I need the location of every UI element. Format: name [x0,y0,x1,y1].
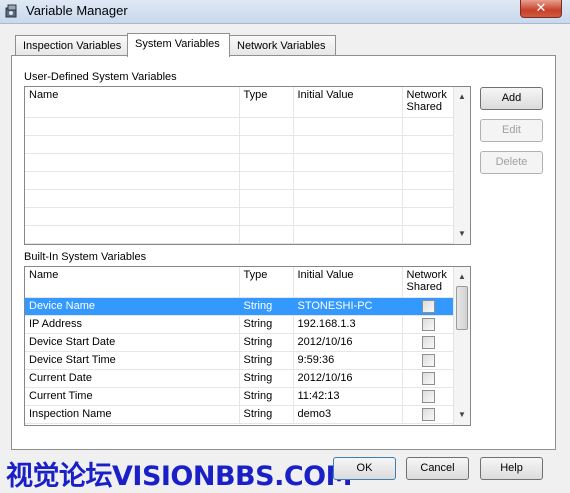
network-shared-checkbox[interactable] [422,317,435,331]
cell-network-shared [402,315,456,334]
edit-button[interactable]: Edit [480,119,543,142]
table-row[interactable]: Device Name String STONESHI-PC [25,297,456,316]
cell-type: String [239,315,294,334]
scroll-down-icon[interactable]: ▼ [454,226,470,242]
empty-row [25,225,456,244]
user-defined-scrollbar[interactable]: ▲ ▼ [453,87,470,244]
add-button[interactable]: Add [480,87,543,110]
empty-row [25,117,456,136]
window-title: Variable Manager [26,3,128,18]
cell-type: String [239,297,294,316]
title-bar: Variable Manager ✕ [0,0,570,24]
cell-name: IP Address [25,315,240,334]
cell-type: String [239,369,294,388]
column-header-name[interactable]: Name [25,267,240,298]
cell-name: Current Time [25,387,240,406]
table-header: Name Type Initial Value Network Shared [25,267,456,298]
cell-initial-value: demo3 [293,405,403,424]
cell-type: String [239,387,294,406]
empty-row [25,207,456,226]
ok-button[interactable]: OK [333,457,396,480]
network-shared-checkbox[interactable] [422,389,435,403]
cell-network-shared [402,297,456,316]
cell-network-shared [402,351,456,370]
cell-name: Device Start Time [25,351,240,370]
column-header-initial-value[interactable]: Initial Value [293,87,403,118]
column-header-type[interactable]: Type [239,267,294,298]
user-defined-table[interactable]: Name Type Initial Value Network Shared ▲… [24,86,471,245]
network-shared-checkbox[interactable] [422,371,435,385]
tab-inspection-variables[interactable]: Inspection Variables [15,35,128,57]
tab-system-variables[interactable]: System Variables [127,33,230,57]
watermark-text: 视觉论坛VISIONBBS.COM [6,461,352,492]
column-header-type[interactable]: Type [239,87,294,118]
cell-name: Inspection Name [25,405,240,424]
network-shared-checkbox[interactable] [422,335,435,349]
built-in-table[interactable]: Name Type Initial Value Network Shared D… [24,266,471,426]
table-row[interactable]: Device Start Date String 2012/10/16 [25,333,456,352]
help-button[interactable]: Help [480,457,543,480]
scroll-up-icon[interactable]: ▲ [454,89,470,105]
cell-type: String [239,351,294,370]
tab-network-variables[interactable]: Network Variables [229,35,336,57]
empty-row [25,189,456,208]
cell-initial-value: 9:59:36 [293,351,403,370]
scroll-down-icon[interactable]: ▼ [454,407,470,423]
cell-type: String [239,333,294,352]
built-in-scrollbar[interactable]: ▲ ▼ [453,267,470,425]
column-header-network-shared[interactable]: Network Shared [402,267,456,298]
cell-initial-value: 2012/10/16 [293,369,403,388]
column-header-initial-value[interactable]: Initial Value [293,267,403,298]
network-shared-checkbox[interactable] [422,299,435,313]
close-icon: ✕ [535,0,547,15]
table-header: Name Type Initial Value Network Shared [25,87,456,118]
cell-type: String [239,405,294,424]
table-row[interactable]: Current Date String 2012/10/16 [25,369,456,388]
empty-row [25,171,456,190]
table-row[interactable]: Device Start Time String 9:59:36 [25,351,456,370]
cell-name: Device Start Date [25,333,240,352]
column-header-network-shared[interactable]: Network Shared [402,87,456,118]
table-row[interactable]: Current Time String 11:42:13 [25,387,456,406]
cell-name: Device Name [25,297,240,316]
built-in-label: Built-In System Variables [24,251,147,263]
cell-network-shared [402,405,456,424]
scroll-up-icon[interactable]: ▲ [454,269,470,285]
cell-network-shared [402,387,456,406]
empty-row [25,135,456,154]
close-button[interactable]: ✕ [520,0,562,18]
tab-label: System Variables [135,38,220,50]
table-row[interactable]: IP Address String 192.168.1.3 [25,315,456,334]
cell-initial-value: 2012/10/16 [293,333,403,352]
cell-initial-value: STONESHI-PC [293,297,403,316]
delete-button[interactable]: Delete [480,151,543,174]
column-header-name[interactable]: Name [25,87,240,118]
variable-manager-icon [5,4,17,18]
cancel-button[interactable]: Cancel [406,457,469,480]
network-shared-checkbox[interactable] [422,407,435,421]
cell-network-shared [402,369,456,388]
tab-label: Inspection Variables [23,40,122,52]
empty-row [25,153,456,172]
cell-name: Current Date [25,369,240,388]
cell-network-shared [402,333,456,352]
cell-initial-value: 192.168.1.3 [293,315,403,334]
scroll-thumb[interactable] [456,286,468,330]
tab-label: Network Variables [237,40,326,52]
user-defined-label: User-Defined System Variables [24,71,177,83]
table-row[interactable]: Inspection Name String demo3 [25,405,456,424]
cell-initial-value: 11:42:13 [293,387,403,406]
network-shared-checkbox[interactable] [422,353,435,367]
